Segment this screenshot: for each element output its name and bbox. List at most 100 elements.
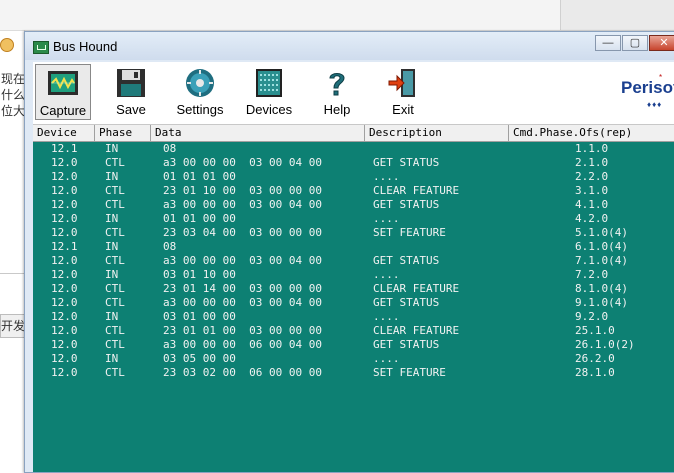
cmd-cell: 8.1.0(4) xyxy=(575,282,628,295)
cmd-cell: 2.2.0 xyxy=(575,170,609,183)
phase-cell: CTL xyxy=(105,324,125,337)
title-bar[interactable]: Bus Hound — ▢ ✕ xyxy=(25,32,674,60)
avatar-icon xyxy=(0,38,14,52)
background-text: 什么 xyxy=(1,88,26,102)
description-cell: CLEAR FEATURE xyxy=(373,324,460,337)
toolbar: Capture Save Settings Devices Help Exit … xyxy=(33,62,674,125)
table-row[interactable]: 12.0 CTL 23 01 14 00 03 00 00 00 CLEAR FEAT… xyxy=(33,282,674,296)
table-row[interactable]: 12.0 IN 01 01 00 00.... 4.2.0 xyxy=(33,212,674,226)
phase-cell: IN xyxy=(105,240,119,253)
cmd-cell: 6.1.0(4) xyxy=(575,240,628,253)
phase-cell: CTL xyxy=(105,296,125,309)
table-row[interactable]: 12.0 IN 03 01 00 00.... 9.2.0 xyxy=(33,310,674,324)
background-text: 位大 xyxy=(1,104,26,118)
help-label: Help xyxy=(323,102,351,117)
phase-cell: CTL xyxy=(105,338,125,351)
device-cell: 12.0 xyxy=(51,226,78,239)
window-title: Bus Hound xyxy=(53,39,118,54)
help-button[interactable]: Help xyxy=(309,64,365,120)
column-header-phase[interactable]: Phase xyxy=(95,125,151,141)
column-header-device[interactable]: Device xyxy=(33,125,95,141)
background-text: 现在 xyxy=(1,72,26,86)
table-row[interactable]: 12.0 IN 03 05 00 00.... 26.2.0 xyxy=(33,352,674,366)
exit-label: Exit xyxy=(392,102,414,117)
column-header-cmd[interactable]: Cmd.Phase.Ofs(rep) xyxy=(509,125,674,141)
grid-header: Device Phase Data Description Cmd.Phase.… xyxy=(33,125,674,142)
question-icon xyxy=(329,73,345,96)
save-button[interactable]: Save xyxy=(103,64,159,120)
phase-cell: CTL xyxy=(105,198,125,211)
cmd-cell: 7.2.0 xyxy=(575,268,609,281)
settings-button[interactable]: Settings xyxy=(169,64,231,120)
description-cell: .... xyxy=(373,212,400,225)
maximize-button[interactable]: ▢ xyxy=(622,35,648,51)
cmd-cell: 28.1.0 xyxy=(575,366,615,379)
data-cell: 23 01 01 00 03 00 00 00 xyxy=(163,324,322,337)
cmd-cell: 3.1.0 xyxy=(575,184,609,197)
description-cell: CLEAR FEATURE xyxy=(373,184,460,197)
cmd-cell: 26.1.0(2) xyxy=(575,338,635,351)
table-row[interactable]: 12.0 CTL 23 01 10 00 03 00 00 00 CLEAR FEAT… xyxy=(33,184,674,198)
device-cell: 12.0 xyxy=(51,156,78,169)
close-button[interactable]: ✕ xyxy=(649,35,674,51)
phase-cell: CTL xyxy=(105,156,125,169)
table-row[interactable]: 12.0 CTL a3 00 00 00 03 00 04 00 GET STATUS… xyxy=(33,198,674,212)
data-cell: a3 00 00 00 03 00 04 00 xyxy=(163,156,322,169)
description-cell: GET STATUS xyxy=(373,254,440,267)
data-cell: 01 01 01 00 xyxy=(163,170,236,183)
cmd-cell: 9.1.0(4) xyxy=(575,296,628,309)
table-row[interactable]: 12.1 IN 08 6.1.0(4) xyxy=(33,240,674,254)
data-cell: 23 03 02 00 06 00 00 00 xyxy=(163,366,322,379)
phase-cell: IN xyxy=(105,142,119,155)
exit-button[interactable]: Exit xyxy=(375,64,431,120)
data-cell: 08 xyxy=(163,240,177,253)
table-row[interactable]: 12.0 CTL a3 00 00 00 03 00 04 00 GET STATUS… xyxy=(33,296,674,310)
capture-button[interactable]: Capture xyxy=(35,64,91,120)
cmd-cell: 9.2.0 xyxy=(575,310,609,323)
description-cell: SET FEATURE xyxy=(373,366,446,379)
phase-cell: IN xyxy=(105,170,119,183)
column-header-description[interactable]: Description xyxy=(365,125,509,141)
table-row[interactable]: 12.0 IN 01 01 01 00.... 2.2.0 xyxy=(33,170,674,184)
table-row[interactable]: 12.0 CTL a3 00 00 00 03 00 04 00 GET STATUS… xyxy=(33,254,674,268)
device-cell: 12.0 xyxy=(51,296,78,309)
table-row[interactable]: 12.0 IN 03 01 10 00.... 7.2.0 xyxy=(33,268,674,282)
minimize-button[interactable]: — xyxy=(595,35,621,51)
table-row[interactable]: 12.0 CTL 23 01 01 00 03 00 00 00 CLEAR FEAT… xyxy=(33,324,674,338)
device-cell: 12.0 xyxy=(51,310,78,323)
table-row[interactable]: 12.1 IN 08 1.1.0 xyxy=(33,142,674,156)
data-cell: 03 01 00 00 xyxy=(163,310,236,323)
data-cell: 08 xyxy=(163,142,177,155)
exit-door-icon xyxy=(388,69,415,97)
settings-label: Settings xyxy=(176,102,224,117)
cmd-cell: 7.1.0(4) xyxy=(575,254,628,267)
device-cell: 12.1 xyxy=(51,142,78,155)
brand-logo: Perisof xyxy=(621,78,674,97)
device-cell: 12.0 xyxy=(51,352,78,365)
data-cell: 03 05 00 00 xyxy=(163,352,236,365)
description-cell: GET STATUS xyxy=(373,198,440,211)
table-row[interactable]: 12.0 CTL a3 00 00 00 06 00 04 00 GET STATUS… xyxy=(33,338,674,352)
grid-rows: 12.1 IN 08 1.1.0 12.0 CTL a3 00 00 00 03 00 04… xyxy=(33,142,674,380)
description-cell: SET FEATURE xyxy=(373,226,446,239)
description-cell: .... xyxy=(373,310,400,323)
device-cell: 12.0 xyxy=(51,268,78,281)
description-cell: GET STATUS xyxy=(373,338,440,351)
table-row[interactable]: 12.0 CTL 23 03 04 00 03 00 00 00 SET FEATUR… xyxy=(33,226,674,240)
phase-cell: CTL xyxy=(105,282,125,295)
phase-cell: IN xyxy=(105,352,119,365)
description-cell: GET STATUS xyxy=(373,296,440,309)
device-cell: 12.0 xyxy=(51,198,78,211)
table-row[interactable]: 12.0 CTL 23 03 02 00 06 00 00 00 SET FEATUR… xyxy=(33,366,674,380)
device-cell: 12.0 xyxy=(51,338,78,351)
capture-grid[interactable]: Device Phase Data Description Cmd.Phase.… xyxy=(33,125,674,472)
data-cell: 23 01 14 00 03 00 00 00 xyxy=(163,282,322,295)
data-cell: a3 00 00 00 06 00 04 00 xyxy=(163,338,322,351)
data-cell: 03 01 10 00 xyxy=(163,268,236,281)
table-row[interactable]: 12.0 CTL a3 00 00 00 03 00 04 00 GET STATUS… xyxy=(33,156,674,170)
column-header-data[interactable]: Data xyxy=(151,125,365,141)
cmd-cell: 1.1.0 xyxy=(575,142,609,155)
floppy-icon xyxy=(117,69,145,97)
data-cell: 01 01 00 00 xyxy=(163,212,236,225)
devices-button[interactable]: Devices xyxy=(239,64,299,120)
